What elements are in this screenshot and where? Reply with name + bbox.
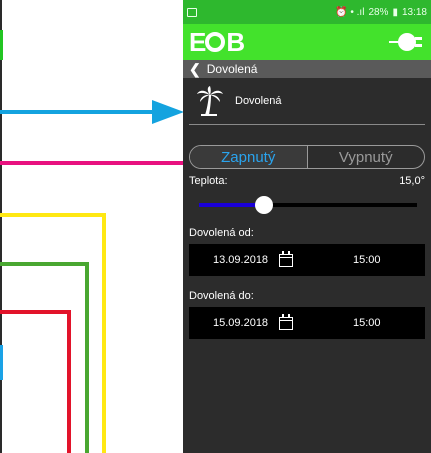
left-panel-blue-bar xyxy=(0,345,3,380)
date-to-label: Dovolená do: xyxy=(189,290,254,302)
battery-icon: ▮ xyxy=(392,6,398,18)
callout-line-magenta xyxy=(0,161,186,165)
battery-percent: 28% xyxy=(368,6,389,18)
back-arrow-icon[interactable]: ❮ xyxy=(189,61,201,78)
temperature-row: Teplota: 15,0° xyxy=(183,169,431,187)
phone-screen: ⏰ • .ıl 28% ▮ 13:18 E B ❮ Dovolená Dovol… xyxy=(183,0,431,453)
vacation-label: Dovolená xyxy=(235,95,282,107)
calendar-icon[interactable] xyxy=(279,313,293,330)
vacation-toggle[interactable]: Zapnutý Vypnutý xyxy=(189,145,425,169)
clock: 13:18 xyxy=(401,6,427,18)
callout-arrow-blue xyxy=(152,100,184,124)
calendar-icon[interactable] xyxy=(279,250,293,267)
time-from-value[interactable]: 15:00 xyxy=(353,254,381,266)
date-to-value[interactable]: 15.09.2018 xyxy=(213,317,271,329)
status-indicators: ⏰ • .ıl xyxy=(335,6,365,18)
callout-line-yellow-vertical xyxy=(102,213,106,453)
callout-line-green-vertical xyxy=(85,262,89,453)
date-from-label: Dovolená od: xyxy=(189,227,254,239)
toggle-on-option[interactable]: Zapnutý xyxy=(190,146,308,168)
logo-letter-e: E xyxy=(189,26,206,57)
slider-thumb[interactable] xyxy=(255,196,274,214)
logo-ring xyxy=(205,32,226,52)
vacation-row: Dovolená xyxy=(183,78,431,124)
time-to-value[interactable]: 15:00 xyxy=(353,317,381,329)
left-panel-edge xyxy=(0,0,2,453)
left-panel-green-bar xyxy=(0,30,3,60)
palm-tree-icon xyxy=(197,86,223,116)
temperature-slider[interactable] xyxy=(199,196,417,214)
callout-line-red-vertical xyxy=(67,310,71,453)
logo-letter-b: B xyxy=(226,26,245,57)
callout-line-blue xyxy=(0,110,158,114)
callout-line-green xyxy=(0,262,89,266)
app-bar: E B xyxy=(183,24,431,60)
divider xyxy=(189,124,425,125)
header-bar: ❮ Dovolená xyxy=(183,60,431,78)
page-title: Dovolená xyxy=(206,62,258,76)
callout-line-red xyxy=(0,310,71,314)
temperature-label: Teplota: xyxy=(189,175,228,187)
app-logo: E B xyxy=(189,26,245,58)
date-from-field[interactable]: 13.09.2018 15:00 xyxy=(189,244,425,276)
power-plug-icon[interactable] xyxy=(389,29,422,55)
toggle-off-option[interactable]: Vypnutý xyxy=(308,146,425,168)
date-to-field[interactable]: 15.09.2018 15:00 xyxy=(189,307,425,339)
date-from-value[interactable]: 13.09.2018 xyxy=(213,254,271,266)
image-notification-icon xyxy=(187,7,197,17)
temperature-value: 15,0° xyxy=(399,175,425,187)
callout-line-yellow xyxy=(0,213,106,217)
status-bar: ⏰ • .ıl 28% ▮ 13:18 xyxy=(183,0,431,24)
